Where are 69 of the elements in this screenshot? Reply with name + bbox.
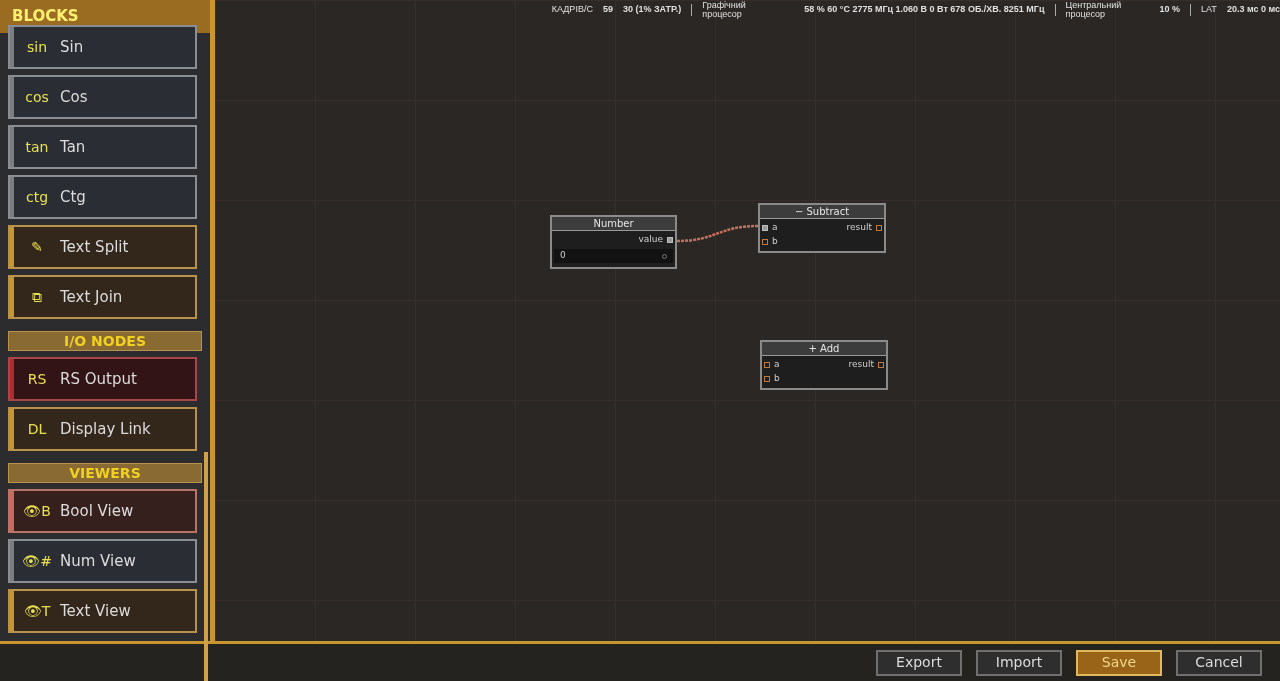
block-label: Cos: [60, 86, 88, 108]
section-header: VIEWERS: [8, 463, 202, 483]
port-label: a: [772, 221, 778, 235]
port-label: result: [848, 358, 874, 372]
cpu-label: Центральний процесор: [1065, 1, 1123, 19]
fps-value: 59: [602, 3, 613, 17]
block-glyph: 👁#: [21, 551, 53, 571]
node-canvas[interactable]: КАДРІВ/С 59 30 (1% ЗАТР.) Графічний процесор 58 % 60 °C 2775 МГц 1.060 В 0 Вт 678 ОБ./ХВ. 8251 МГц Центральний процесор 10 % LAT 20.3 мс 0 мс Number value 0 − Subtract a result b + Add a result b: [215, 0, 1280, 641]
block-glyph: ✎: [30, 237, 44, 257]
block-glyph: 👁T: [22, 601, 52, 621]
block-item[interactable]: ⧉ Text Join: [8, 275, 197, 319]
block-item[interactable]: ✎ Text Split: [8, 225, 197, 269]
fps-low-value: 30 (1% ЗАТР.): [622, 3, 682, 17]
block-label: Tan: [60, 136, 86, 158]
port-icon[interactable]: [764, 362, 770, 368]
gpu-values: 58 % 60 °C 2775 МГц 1.060 В 0 Вт 678 ОБ./ХВ. 8251 МГц: [804, 3, 1045, 17]
block-item[interactable]: RS RS Output: [8, 357, 197, 401]
block-glyph: cos: [24, 87, 50, 107]
block-label: Num View: [60, 550, 136, 572]
block-label: Sin: [60, 36, 84, 58]
block-item[interactable]: 👁B Bool View: [8, 489, 197, 533]
gpu-label: Графічний процесор: [702, 1, 747, 19]
block-glyph: DL: [26, 419, 48, 439]
block-glyph: ⧉: [31, 287, 43, 307]
port-label: a: [774, 358, 780, 372]
dialog-button[interactable]: Export: [876, 649, 962, 676]
block-glyph: RS: [26, 369, 48, 389]
block-item[interactable]: ctg Ctg: [8, 175, 197, 219]
lat-label: LAT: [1201, 3, 1217, 17]
port-label: b: [772, 235, 778, 249]
block-item[interactable]: 👁# Num View: [8, 539, 197, 583]
dialog-button[interactable]: Import: [976, 649, 1062, 676]
port-icon[interactable]: [876, 225, 882, 231]
block-glyph: sin: [25, 37, 49, 57]
port-label: value: [638, 233, 663, 247]
block-label: RS Output: [60, 368, 137, 390]
block-label: Text Join: [60, 286, 123, 308]
node-title: − Subtract: [760, 205, 884, 219]
block-item[interactable]: cos Cos: [8, 75, 197, 119]
port-icon[interactable]: [878, 362, 884, 368]
block-item[interactable]: tan Tan: [8, 125, 197, 169]
scrollbar-thumb[interactable]: [204, 452, 208, 681]
block-item[interactable]: 👁T Text View: [8, 589, 197, 633]
block-item[interactable]: DL Display Link: [8, 407, 197, 451]
cpu-value: 10 %: [1159, 3, 1181, 17]
dialog-button[interactable]: Cancel: [1176, 649, 1262, 676]
block-item[interactable]: sin Sin: [8, 25, 197, 69]
port-label: b: [774, 372, 780, 386]
node-title: + Add: [762, 342, 886, 356]
block-glyph: ctg: [24, 187, 50, 207]
block-glyph: tan: [24, 137, 50, 157]
node-card[interactable]: + Add a result b: [760, 340, 888, 390]
node-card[interactable]: − Subtract a result b: [758, 203, 886, 253]
value-field[interactable]: 0: [554, 249, 673, 263]
section-header: I/O NODES: [8, 331, 202, 351]
lat-value: 20.3 мс 0 мс: [1226, 3, 1280, 17]
block-label: Text Split: [60, 236, 129, 258]
port-icon[interactable]: [762, 239, 768, 245]
fps-label: КАДРІВ/С: [551, 3, 593, 17]
port-label: result: [846, 221, 872, 235]
block-label: Display Link: [60, 418, 151, 440]
node-title: Number: [552, 217, 675, 231]
block-label: Bool View: [60, 500, 134, 522]
node-card[interactable]: Number value 0: [550, 215, 677, 269]
dialog-button[interactable]: Save: [1076, 649, 1162, 676]
block-glyph: 👁B: [22, 501, 52, 521]
port-icon[interactable]: [764, 376, 770, 382]
block-label: Ctg: [60, 186, 86, 208]
block-label: Text View: [60, 600, 131, 622]
